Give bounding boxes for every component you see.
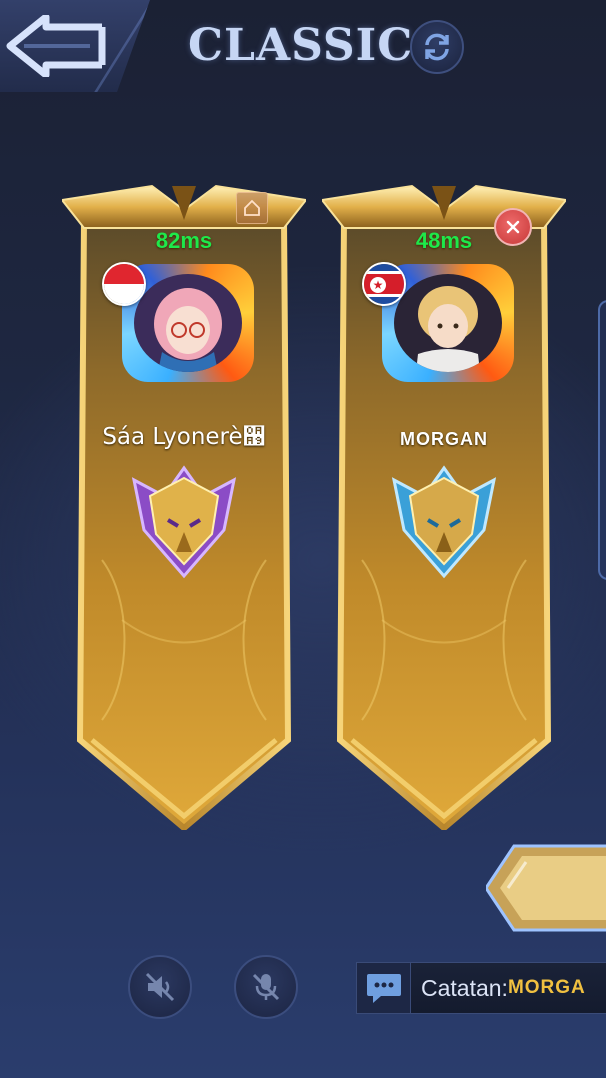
page-title: CLASSIC [188, 20, 414, 71]
chat-button[interactable] [357, 963, 411, 1013]
player-card-1[interactable]: 82ms Sáa Lyonerè઩ [62, 180, 306, 830]
avatar[interactable]: ★ [362, 262, 522, 382]
notes-bar[interactable]: Catatan: MORGA [356, 962, 606, 1014]
side-panel-edge[interactable] [598, 300, 606, 580]
refresh-icon [425, 33, 449, 61]
home-icon [236, 192, 268, 224]
chat-icon [366, 974, 401, 1003]
ping-label: 82ms [155, 228, 213, 253]
indonesia-flag-icon [102, 262, 146, 306]
back-button[interactable] [0, 0, 150, 92]
avatar-image [134, 274, 242, 372]
back-arrow-icon [6, 15, 106, 77]
ping-label: 48ms [415, 228, 473, 253]
speaker-muted-icon [145, 972, 175, 1002]
refresh-button[interactable] [410, 20, 464, 74]
player-card-2[interactable]: 48ms ★ MORGAN [322, 180, 566, 830]
start-button[interactable] [484, 842, 606, 934]
speaker-toggle-button[interactable] [128, 955, 192, 1019]
rank-emblem-icon [384, 460, 504, 580]
player-name: Sáa Lyonerè઩ [102, 424, 266, 450]
mic-muted-icon [252, 973, 280, 1001]
rank-emblem-icon [124, 460, 244, 580]
north-korea-flag-icon: ★ [362, 262, 406, 306]
player-name: MORGAN [400, 429, 488, 449]
avatar[interactable] [102, 262, 262, 382]
notes-value: MORGA [507, 977, 586, 998]
notes-label: Catatan: [421, 974, 508, 1001]
mic-toggle-button[interactable] [234, 955, 298, 1019]
avatar-image [394, 274, 502, 372]
